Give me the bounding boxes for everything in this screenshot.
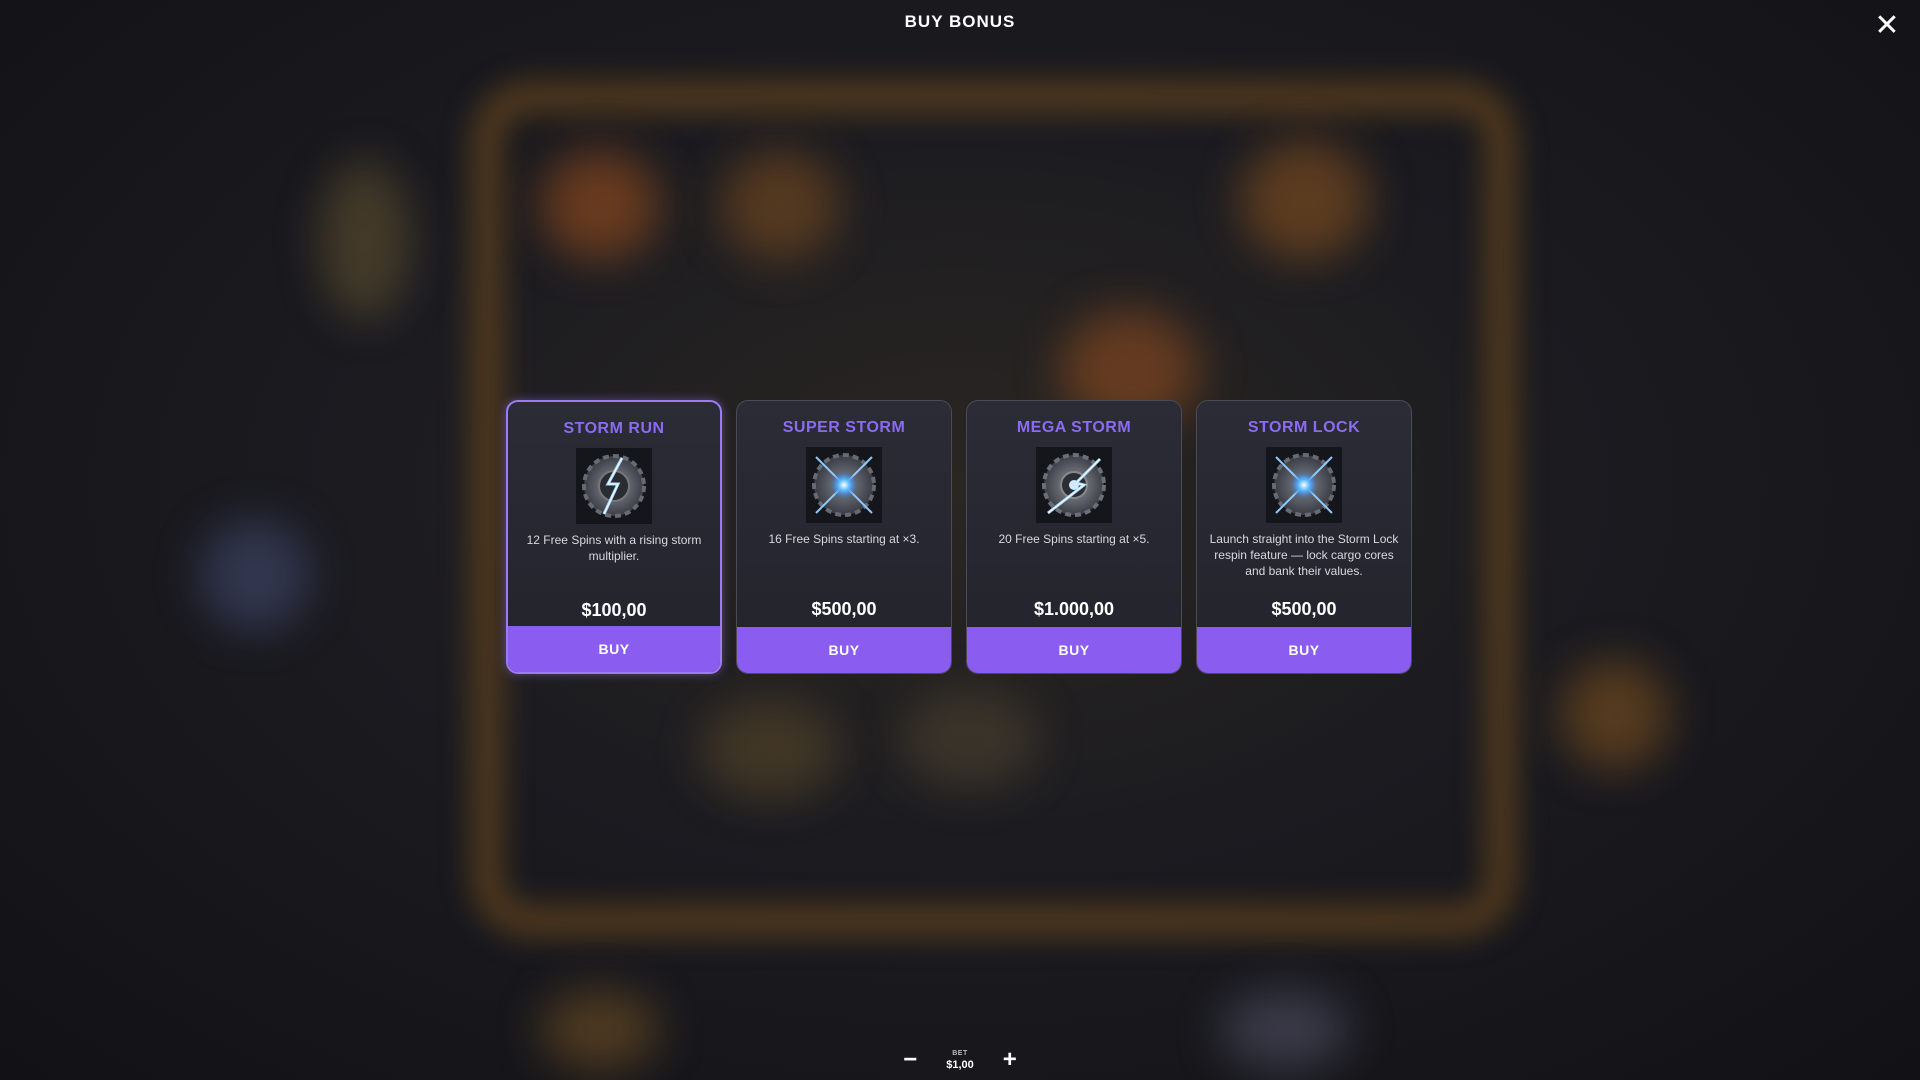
- modal-title: BUY BONUS: [904, 12, 1016, 31]
- bonus-description: 16 Free Spins starting at ×3.: [768, 532, 920, 546]
- close-icon[interactable]: ✕: [1870, 8, 1904, 42]
- bonus-title: STORM LOCK: [1247, 419, 1361, 436]
- bet-label: BET: [952, 1049, 968, 1057]
- bet-display: BET $1,00: [946, 1050, 974, 1071]
- bonus-description: 20 Free Spins starting at ×5.: [998, 532, 1150, 546]
- bg-glow: [320, 160, 410, 320]
- bg-glow: [540, 150, 660, 260]
- bg-glow: [200, 520, 310, 630]
- bonus-card-super-storm[interactable]: SUPER STORM 16 Free Spins starting at ×3…: [736, 400, 952, 674]
- bonus-description: Launch straight into the Storm Lock resp…: [1209, 532, 1399, 578]
- bonus-title: STORM RUN: [563, 420, 665, 437]
- bg-glow: [720, 150, 840, 260]
- bonus-card-mega-storm[interactable]: MEGA STORM 20 Free Spins starting at ×5.…: [966, 400, 1182, 674]
- bonus-price: $1.000,00: [1033, 599, 1115, 619]
- bonus-title: MEGA STORM: [1016, 419, 1132, 436]
- bonus-card-list: STORM RUN 12 Free Spins with a rising st…: [506, 400, 1412, 674]
- storm-core-gear-icon: [1266, 447, 1342, 523]
- bonus-price: $100,00: [581, 600, 647, 620]
- bet-value: $1,00: [946, 1058, 974, 1071]
- bet-decrease-button[interactable]: −: [900, 1046, 920, 1074]
- storm-core-gear-icon: [806, 447, 882, 523]
- bonus-title: SUPER STORM: [782, 419, 906, 436]
- lightning-gear-icon: [1036, 447, 1112, 523]
- bet-controls: − BET $1,00 +: [0, 1040, 1920, 1080]
- lightning-gear-icon: [576, 448, 652, 524]
- buy-button[interactable]: BUY: [508, 626, 720, 672]
- buy-button[interactable]: BUY: [1197, 627, 1411, 673]
- bg-glow: [1240, 140, 1370, 260]
- buy-button[interactable]: BUY: [737, 627, 951, 673]
- bg-glow: [700, 700, 840, 800]
- bg-glow: [900, 690, 1040, 790]
- bg-glow: [1560, 660, 1670, 770]
- bonus-price: $500,00: [811, 599, 877, 619]
- bonus-card-storm-lock[interactable]: STORM LOCK Launch straight into the Stor…: [1196, 400, 1412, 674]
- buy-button[interactable]: BUY: [967, 627, 1181, 673]
- bonus-description: 12 Free Spins with a rising storm multip…: [526, 533, 702, 563]
- bet-increase-button[interactable]: +: [1000, 1046, 1020, 1074]
- bonus-card-storm-run[interactable]: STORM RUN 12 Free Spins with a rising st…: [506, 400, 722, 674]
- bonus-price: $500,00: [1271, 599, 1337, 619]
